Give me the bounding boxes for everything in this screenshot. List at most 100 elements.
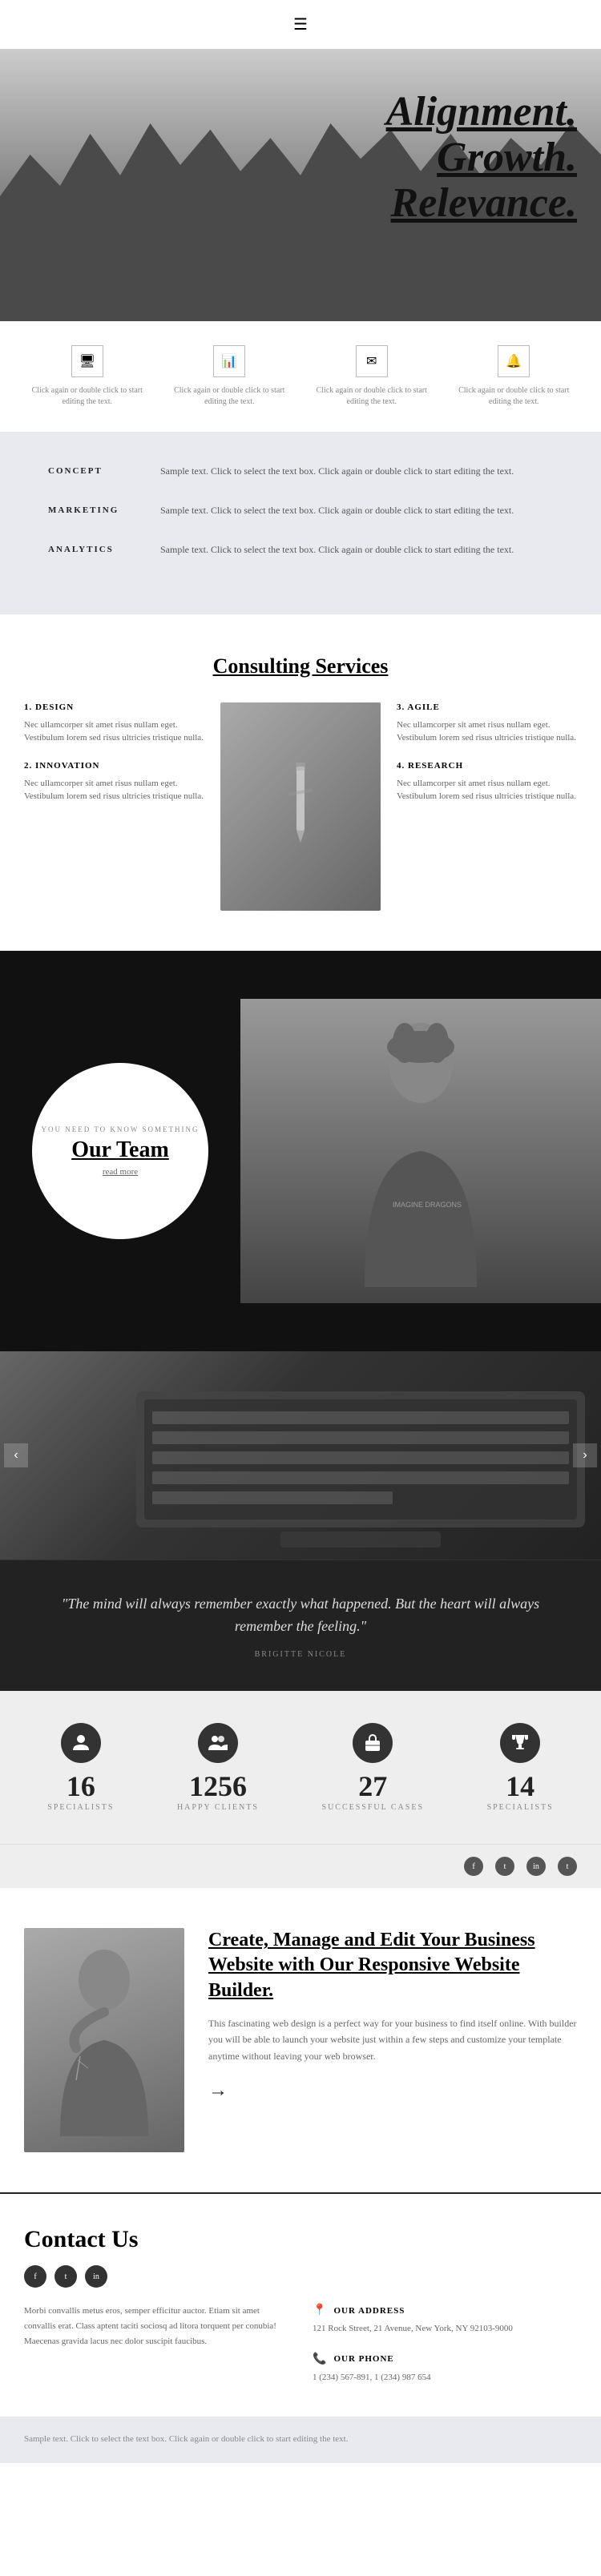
- footer: Sample text. Click to select the text bo…: [0, 2417, 601, 2463]
- contact-instagram-icon[interactable]: in: [85, 2265, 107, 2288]
- feature-text-4: Click again or double click to start edi…: [451, 385, 576, 408]
- stat-number-14: 14: [487, 1769, 554, 1803]
- consulting-agile-title: 3. AGILE: [397, 702, 577, 712]
- stat-number-16: 16: [47, 1769, 114, 1803]
- cta-section: Create, Manage and Edit Your Business We…: [0, 1888, 601, 2192]
- social-bar: f t in t: [0, 1844, 601, 1888]
- feature-item-2: 📊 Click again or double click to start e…: [167, 345, 292, 408]
- carousel-next-button[interactable]: ›: [573, 1443, 597, 1467]
- contact-body-text: Morbi convallis metus eros, semper effic…: [24, 2304, 288, 2349]
- stat-icon-cases: [353, 1723, 393, 1763]
- stats-section: 16 SPECIALISTS 1256 HAPPY CLIENTS 27 SUC…: [0, 1691, 601, 1844]
- team-circle: YOU NEED TO KNOW SOMETHING Our Team read…: [32, 1063, 208, 1239]
- service-label-concept: CONCEPT: [48, 464, 160, 479]
- consulting-section: Consulting Services 1. DESIGN Nec ullamc…: [0, 614, 601, 951]
- consulting-title: Consulting Services: [24, 654, 577, 678]
- consulting-design: 1. DESIGN Nec ullamcorper sit amet risus…: [24, 702, 204, 745]
- pencil-icon: [268, 759, 333, 855]
- consulting-research-title: 4. RESEARCH: [397, 761, 577, 771]
- location-icon: 📍: [313, 2304, 327, 2317]
- feature-item-1: 🖥 Click again or double click to start e…: [25, 345, 150, 408]
- cta-content: Create, Manage and Edit Your Business We…: [208, 1928, 577, 2102]
- hero-title: Alignment. Growth. Relevance.: [386, 89, 577, 227]
- team-read-more-link[interactable]: read more: [103, 1167, 138, 1177]
- consulting-agile: 3. AGILE Nec ullamcorper sit amet risus …: [397, 702, 577, 745]
- consulting-research-desc: Nec ullamcorper sit amet risus nullam eg…: [397, 777, 577, 803]
- stat-icon-happy-clients: [198, 1723, 238, 1763]
- contact-address-label: 📍 OUR ADDRESS: [313, 2304, 577, 2317]
- stat-number-1256: 1256: [177, 1769, 259, 1803]
- consulting-image: [220, 702, 381, 911]
- quote-author: BRIGITTE NICOLE: [48, 1650, 553, 1659]
- stat-label-specialists-2: SPECIALISTS: [487, 1803, 554, 1812]
- team-person-silhouette: IMAGINE DRAGONS: [341, 1015, 501, 1287]
- cta-person-silhouette: [44, 1944, 164, 2136]
- cta-arrow-icon[interactable]: →: [208, 2080, 228, 2101]
- hero-section: Alignment. Growth. Relevance.: [0, 49, 601, 321]
- consulting-image-inner: [220, 702, 381, 911]
- contact-address-text: 121 Rock Street, 21 Avenue, New York, NY…: [313, 2322, 577, 2337]
- consulting-innovation-desc: Nec ullamcorper sit amet risus nullam eg…: [24, 777, 204, 803]
- contact-twitter-icon[interactable]: t: [54, 2265, 77, 2288]
- consulting-innovation-title: 2. INNOVATION: [24, 761, 204, 771]
- briefcase-icon: [363, 1733, 382, 1753]
- team-photo: IMAGINE DRAGONS: [240, 999, 601, 1303]
- consulting-agile-desc: Nec ullamcorper sit amet risus nullam eg…: [397, 718, 577, 745]
- contact-title: Contact Us: [24, 2226, 577, 2253]
- service-row-analytics: ANALYTICS Sample text. Click to select t…: [48, 542, 553, 557]
- service-desc-marketing: Sample text. Click to select the text bo…: [160, 503, 514, 518]
- features-section: 🖥 Click again or double click to start e…: [0, 321, 601, 432]
- team-photo-figure: IMAGINE DRAGONS: [240, 999, 601, 1303]
- service-desc-analytics: Sample text. Click to select the text bo…: [160, 542, 514, 557]
- social-facebook-icon[interactable]: f: [464, 1857, 483, 1876]
- social-tumblr-icon[interactable]: t: [558, 1857, 577, 1876]
- stat-label-specialists-1: SPECIALISTS: [47, 1803, 114, 1812]
- cta-photo: [24, 1928, 184, 2152]
- consulting-design-title: 1. DESIGN: [24, 702, 204, 712]
- contact-facebook-icon[interactable]: f: [24, 2265, 46, 2288]
- contact-grid: Morbi convallis metus eros, semper effic…: [24, 2304, 577, 2401]
- feature-icon-1: 🖥: [71, 345, 103, 377]
- feature-item-3: ✉ Click again or double click to start e…: [309, 345, 434, 408]
- feature-icon-2: 📊: [213, 345, 245, 377]
- stat-label-happy-clients: HAPPY CLIENTS: [177, 1803, 259, 1812]
- consulting-research: 4. RESEARCH Nec ullamcorper sit amet ris…: [397, 761, 577, 803]
- stat-icon-trophy: [500, 1723, 540, 1763]
- social-instagram-icon[interactable]: in: [526, 1857, 546, 1876]
- person-icon: [71, 1733, 91, 1753]
- quote-section: "The mind will always remember exactly w…: [0, 1560, 601, 1692]
- quote-text: "The mind will always remember exactly w…: [48, 1592, 553, 1639]
- consulting-design-desc: Nec ullamcorper sit amet risus nullam eg…: [24, 718, 204, 745]
- hero-text: Alignment. Growth. Relevance.: [386, 89, 577, 227]
- feature-icon-3: ✉: [356, 345, 388, 377]
- contact-address: 📍 OUR ADDRESS 121 Rock Street, 21 Avenue…: [313, 2304, 577, 2337]
- group-icon: [208, 1733, 228, 1753]
- laptop-image: [0, 1351, 601, 1560]
- consulting-left: 1. DESIGN Nec ullamcorper sit amet risus…: [24, 702, 204, 911]
- service-desc-concept: Sample text. Click to select the text bo…: [160, 464, 514, 479]
- contact-left-col: Morbi convallis metus eros, semper effic…: [24, 2304, 288, 2401]
- team-section: YOU NEED TO KNOW SOMETHING Our Team read…: [0, 951, 601, 1351]
- stat-specialists-1: 16 SPECIALISTS: [47, 1723, 114, 1812]
- laptop-keyboard-icon: [120, 1383, 601, 1560]
- hamburger-icon[interactable]: ☰: [293, 14, 308, 34]
- contact-phone-label: 📞 OUR PHONE: [313, 2353, 577, 2366]
- carousel-prev-button[interactable]: ‹: [4, 1443, 28, 1467]
- service-label-marketing: MARKETING: [48, 503, 160, 518]
- stat-happy-clients: 1256 HAPPY CLIENTS: [177, 1723, 259, 1812]
- laptop-section: ‹ ›: [0, 1351, 601, 1560]
- contact-social-icons: f t in: [24, 2265, 577, 2288]
- services-list-section: CONCEPT Sample text. Click to select the…: [0, 432, 601, 614]
- cta-title: Create, Manage and Edit Your Business We…: [208, 1928, 577, 2003]
- svg-text:IMAGINE DRAGONS: IMAGINE DRAGONS: [393, 1201, 462, 1209]
- service-label-analytics: ANALYTICS: [48, 542, 160, 557]
- stat-icon-specialists-1: [61, 1723, 101, 1763]
- contact-phone: 📞 OUR PHONE 1 (234) 567-891, 1 (234) 987…: [313, 2353, 577, 2385]
- phone-icon: 📞: [313, 2353, 327, 2366]
- consulting-innovation: 2. INNOVATION Nec ullamcorper sit amet r…: [24, 761, 204, 803]
- contact-header: Contact Us f t in: [24, 2226, 577, 2288]
- nav: ☰ WORK CASES SERVICES ABOUT US CAREERS C…: [0, 0, 601, 49]
- feature-text-1: Click again or double click to start edi…: [25, 385, 150, 408]
- trophy-icon: [510, 1733, 530, 1753]
- social-twitter-icon[interactable]: t: [495, 1857, 514, 1876]
